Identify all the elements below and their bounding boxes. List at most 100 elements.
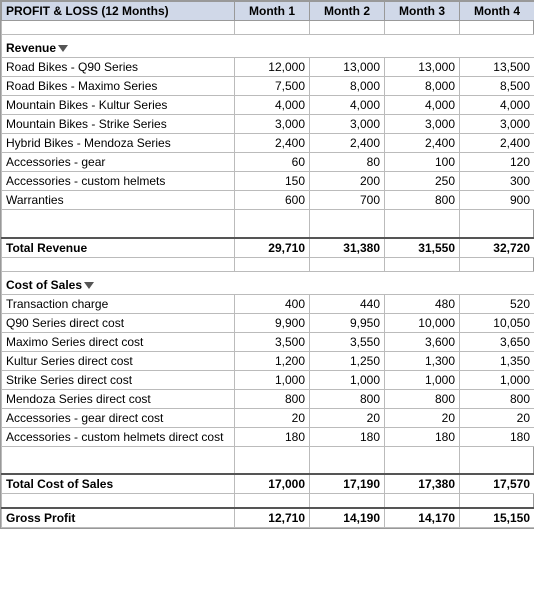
section-header-revenue: Revenue — [2, 35, 534, 58]
total-value-m2: 17,190 — [310, 474, 385, 494]
row-value-m2: 700 — [310, 191, 385, 210]
row-label: Strike Series direct cost — [2, 370, 235, 389]
total-value-m3: 17,380 — [385, 474, 460, 494]
row-value-m2: 200 — [310, 172, 385, 191]
row-label: Accessories - custom helmets — [2, 172, 235, 191]
row-value-m2: 3,550 — [310, 332, 385, 351]
month3-header: Month 3 — [385, 2, 460, 21]
profit-loss-table: PROFIT & LOSS (12 Months) Month 1 Month … — [0, 0, 534, 529]
row-value-m2: 3,000 — [310, 115, 385, 134]
month4-header: Month 4 — [460, 2, 534, 21]
row-value-m4: 2,400 — [460, 134, 534, 153]
row-value-m1: 20 — [235, 408, 310, 427]
row-value-m4: 10,050 — [460, 313, 534, 332]
table-row: Accessories - custom helmets150200250300 — [2, 172, 534, 191]
row-value-m2: 180 — [310, 427, 385, 446]
row-value-m4: 1,350 — [460, 351, 534, 370]
row-label: Road Bikes - Maximo Series — [2, 77, 235, 96]
row-value-m1: 12,000 — [235, 58, 310, 77]
row-value-m1: 400 — [235, 294, 310, 313]
table-row: Mountain Bikes - Strike Series3,0003,000… — [2, 115, 534, 134]
row-value-m1: 2,400 — [235, 134, 310, 153]
row-value-m2: 13,000 — [310, 58, 385, 77]
table-row: Mendoza Series direct cost800800800800 — [2, 389, 534, 408]
row-value-m4: 900 — [460, 191, 534, 210]
row-value-m3: 4,000 — [385, 96, 460, 115]
row-value-m3: 13,000 — [385, 58, 460, 77]
row-value-m4: 20 — [460, 408, 534, 427]
row-value-m3: 100 — [385, 153, 460, 172]
total-value-m1: 17,000 — [235, 474, 310, 494]
table-row: Maximo Series direct cost3,5003,5503,600… — [2, 332, 534, 351]
row-label: Mountain Bikes - Strike Series — [2, 115, 235, 134]
row-value-m4: 3,000 — [460, 115, 534, 134]
total-value-m3: 31,550 — [385, 238, 460, 258]
row-value-m3: 180 — [385, 427, 460, 446]
total-label: Total Cost of Sales — [2, 474, 235, 494]
table-row: Road Bikes - Q90 Series12,00013,00013,00… — [2, 58, 534, 77]
row-value-m2: 9,950 — [310, 313, 385, 332]
table-row: Mountain Bikes - Kultur Series4,0004,000… — [2, 96, 534, 115]
row-label: Mountain Bikes - Kultur Series — [2, 96, 235, 115]
total-label: Gross Profit — [2, 508, 235, 528]
row-value-m2: 1,000 — [310, 370, 385, 389]
row-label: Transaction charge — [2, 294, 235, 313]
row-value-m4: 8,500 — [460, 77, 534, 96]
row-value-m3: 480 — [385, 294, 460, 313]
total-value-m2: 31,380 — [310, 238, 385, 258]
row-label: Hybrid Bikes - Mendoza Series — [2, 134, 235, 153]
row-value-m1: 4,000 — [235, 96, 310, 115]
section-header-cost-of-sales: Cost of Sales — [2, 271, 534, 294]
row-value-m4: 4,000 — [460, 96, 534, 115]
table-header-title: PROFIT & LOSS (12 Months) — [2, 2, 235, 21]
row-value-m1: 150 — [235, 172, 310, 191]
row-value-m4: 13,500 — [460, 58, 534, 77]
row-value-m2: 440 — [310, 294, 385, 313]
row-value-m1: 800 — [235, 389, 310, 408]
row-label: Accessories - custom helmets direct cost — [2, 427, 235, 446]
row-value-m4: 180 — [460, 427, 534, 446]
row-value-m3: 1,000 — [385, 370, 460, 389]
row-value-m2: 4,000 — [310, 96, 385, 115]
row-value-m4: 300 — [460, 172, 534, 191]
row-value-m1: 600 — [235, 191, 310, 210]
table-row: Kultur Series direct cost1,2001,2501,300… — [2, 351, 534, 370]
total-value-m3: 14,170 — [385, 508, 460, 528]
table-row: Strike Series direct cost1,0001,0001,000… — [2, 370, 534, 389]
row-value-m2: 2,400 — [310, 134, 385, 153]
row-label: Accessories - gear — [2, 153, 235, 172]
row-value-m2: 20 — [310, 408, 385, 427]
table-row: Transaction charge400440480520 — [2, 294, 534, 313]
row-value-m3: 3,600 — [385, 332, 460, 351]
month2-header: Month 2 — [310, 2, 385, 21]
row-value-m4: 3,650 — [460, 332, 534, 351]
total-value-m4: 15,150 — [460, 508, 534, 528]
month1-header: Month 1 — [235, 2, 310, 21]
total-value-m4: 32,720 — [460, 238, 534, 258]
total-row: Total Cost of Sales17,00017,19017,38017,… — [2, 474, 534, 494]
row-value-m3: 1,300 — [385, 351, 460, 370]
row-label: Q90 Series direct cost — [2, 313, 235, 332]
row-label: Maximo Series direct cost — [2, 332, 235, 351]
row-value-m1: 60 — [235, 153, 310, 172]
row-value-m1: 7,500 — [235, 77, 310, 96]
total-label: Total Revenue — [2, 238, 235, 258]
table-row: Q90 Series direct cost9,9009,95010,00010… — [2, 313, 534, 332]
row-value-m3: 20 — [385, 408, 460, 427]
row-value-m3: 800 — [385, 389, 460, 408]
row-value-m3: 2,400 — [385, 134, 460, 153]
table-row: Accessories - gear direct cost20202020 — [2, 408, 534, 427]
table-row: Warranties600700800900 — [2, 191, 534, 210]
row-value-m3: 3,000 — [385, 115, 460, 134]
total-value-m1: 12,710 — [235, 508, 310, 528]
table-row: Accessories - custom helmets direct cost… — [2, 427, 534, 446]
total-value-m2: 14,190 — [310, 508, 385, 528]
row-value-m2: 80 — [310, 153, 385, 172]
row-value-m1: 3,000 — [235, 115, 310, 134]
table-row: Hybrid Bikes - Mendoza Series2,4002,4002… — [2, 134, 534, 153]
row-value-m3: 250 — [385, 172, 460, 191]
row-value-m2: 800 — [310, 389, 385, 408]
total-value-m4: 17,570 — [460, 474, 534, 494]
row-value-m2: 1,250 — [310, 351, 385, 370]
row-value-m1: 1,200 — [235, 351, 310, 370]
